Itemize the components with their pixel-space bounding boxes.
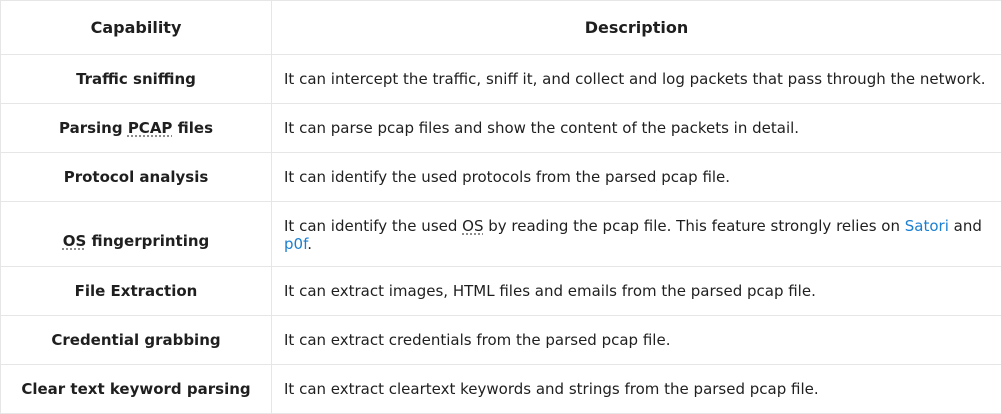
satori-link[interactable]: Satori bbox=[905, 217, 949, 235]
capability-cell: Clear text keyword parsing bbox=[1, 365, 272, 414]
description-text: by reading the pcap file. This feature s… bbox=[483, 217, 904, 235]
description-cell: It can parse pcap files and show the con… bbox=[272, 104, 1001, 153]
capability-cell: File Extraction bbox=[1, 267, 272, 316]
capability-text: fingerprinting bbox=[86, 232, 209, 250]
table-row: Clear text keyword parsing It can extrac… bbox=[1, 365, 1001, 414]
description-cell: It can extract cleartext keywords and st… bbox=[272, 365, 1001, 414]
table-row: Credential grabbing It can extract crede… bbox=[1, 316, 1001, 365]
table-header-row: Capability Description bbox=[1, 1, 1001, 55]
table-row: OS fingerprinting It can identify the us… bbox=[1, 202, 1001, 267]
table-row: File Extraction It can extract images, H… bbox=[1, 267, 1001, 316]
description-cell: It can extract images, HTML files and em… bbox=[272, 267, 1001, 316]
capability-text: Parsing bbox=[59, 119, 128, 137]
description-text: and bbox=[949, 217, 982, 235]
os-abbreviation[interactable]: OS bbox=[63, 232, 87, 250]
os-abbreviation[interactable]: OS bbox=[462, 217, 483, 235]
table-row: Traffic sniffing It can intercept the tr… bbox=[1, 55, 1001, 104]
description-cell: It can extract credentials from the pars… bbox=[272, 316, 1001, 365]
description-text: . bbox=[307, 235, 312, 253]
description-header: Description bbox=[272, 1, 1001, 55]
capability-cell: Credential grabbing bbox=[1, 316, 272, 365]
pcap-abbreviation[interactable]: PCAP bbox=[128, 119, 173, 137]
capability-cell: Protocol analysis bbox=[1, 153, 272, 202]
description-cell: It can identify the used protocols from … bbox=[272, 153, 1001, 202]
p0f-link[interactable]: p0f bbox=[284, 235, 307, 253]
description-cell: It can intercept the traffic, sniff it, … bbox=[272, 55, 1001, 104]
description-text: It can identify the used bbox=[284, 217, 462, 235]
capabilities-table: Capability Description Traffic sniffing … bbox=[0, 0, 1001, 414]
capability-cell: OS fingerprinting bbox=[1, 202, 272, 267]
table-row: Protocol analysis It can identify the us… bbox=[1, 153, 1001, 202]
description-cell: It can identify the used OS by reading t… bbox=[272, 202, 1001, 267]
capability-header: Capability bbox=[1, 1, 272, 55]
capability-cell: Parsing PCAP files bbox=[1, 104, 272, 153]
capability-text: files bbox=[172, 119, 213, 137]
capability-cell: Traffic sniffing bbox=[1, 55, 272, 104]
table-row: Parsing PCAP files It can parse pcap fil… bbox=[1, 104, 1001, 153]
